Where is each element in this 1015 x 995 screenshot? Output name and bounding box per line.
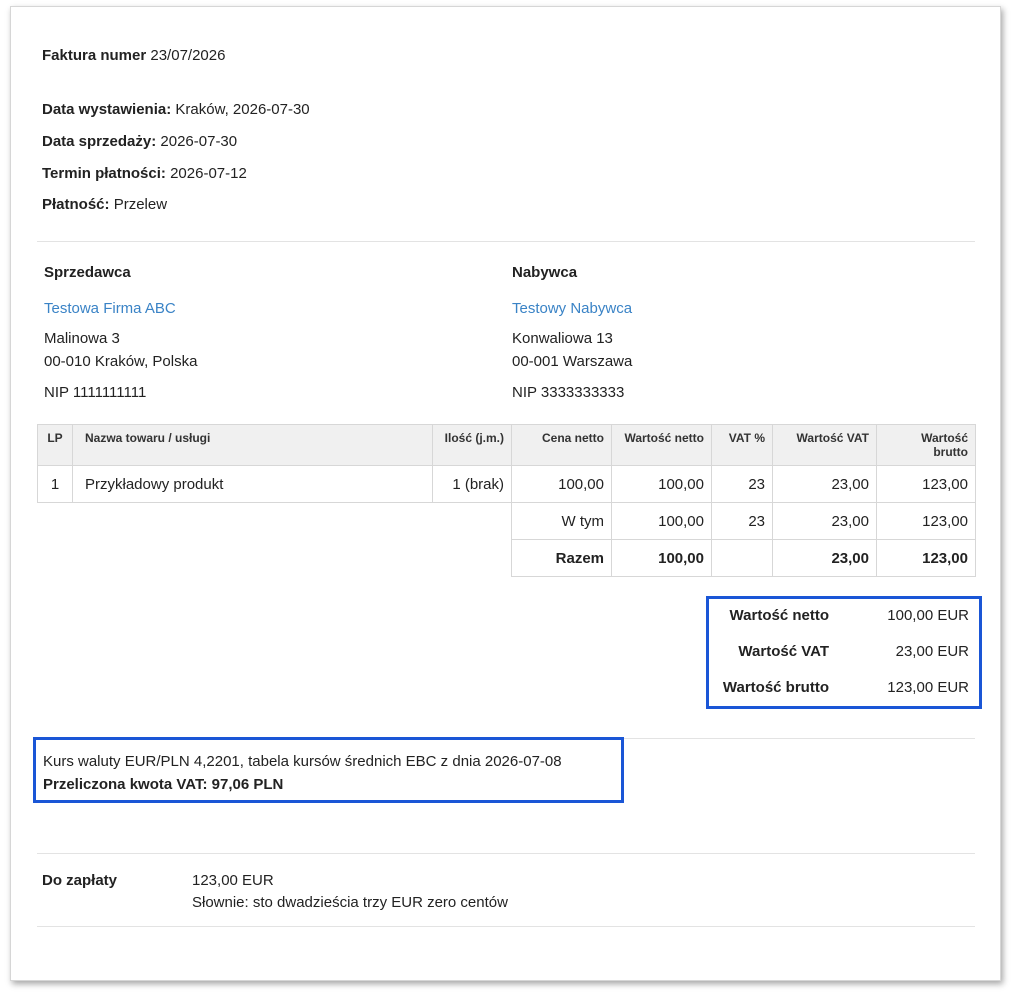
total-row: Razem 100,00 23,00 123,00 bbox=[38, 539, 976, 577]
col-header-vat-rate: VAT % bbox=[711, 424, 773, 466]
payment-method-label: Płatność: bbox=[42, 196, 110, 213]
divider bbox=[37, 926, 975, 927]
items-table: LP Nazwa towaru / usługi Ilość (j.m.) Ce… bbox=[37, 424, 976, 577]
summary-vat-row: Wartość VAT 23,00 EUR bbox=[709, 634, 979, 670]
invoice-number-label: Faktura numer bbox=[42, 47, 147, 64]
col-header-qty: Ilość (j.m.) bbox=[432, 424, 512, 466]
invoice-number-value: 23/07/2026 bbox=[150, 47, 226, 64]
payment-due-label: Do zapłaty bbox=[42, 872, 118, 889]
cell-qty: 1 (brak) bbox=[432, 465, 512, 503]
divider bbox=[37, 241, 975, 242]
due-date-label: Termin płatności: bbox=[42, 165, 166, 182]
summary-gross-value: 123,00 EUR bbox=[887, 679, 969, 696]
seller-address-line1: Malinowa 3 bbox=[44, 330, 120, 347]
invoice-number: Faktura numer 23/07/2026 bbox=[42, 47, 225, 65]
seller-address-line2: 00-010 Kraków, Polska bbox=[44, 353, 198, 370]
seller-title: Sprzedawca bbox=[44, 264, 131, 281]
col-header-name: Nazwa towaru / usługi bbox=[72, 424, 433, 466]
payment-due-words: Słownie: sto dwadzieścia trzy EUR zero c… bbox=[192, 894, 508, 911]
summary-gross-row: Wartość brutto 123,00 EUR bbox=[709, 670, 979, 706]
payment-method: Płatność: Przelew bbox=[42, 196, 167, 214]
seller-nip: NIP 1111111111 bbox=[44, 384, 147, 401]
col-header-net-price: Cena netto bbox=[511, 424, 612, 466]
summary-net-label: Wartość netto bbox=[729, 607, 829, 624]
subtotal-row: W tym 100,00 23 23,00 123,00 bbox=[38, 502, 976, 540]
table-header-row: LP Nazwa towaru / usługi Ilość (j.m.) Ce… bbox=[37, 424, 976, 466]
subtotal-vat-rate: 23 bbox=[711, 502, 773, 540]
summary-net-row: Wartość netto 100,00 EUR bbox=[709, 598, 979, 634]
summary-net-value: 100,00 EUR bbox=[887, 607, 969, 624]
payment-due-amount: 123,00 EUR bbox=[192, 872, 274, 889]
total-vat-rate bbox=[711, 539, 773, 577]
sale-date-value: 2026-07-30 bbox=[160, 133, 238, 150]
col-header-net-value: Wartość netto bbox=[611, 424, 712, 466]
buyer-address-line2: 00-001 Warszawa bbox=[512, 353, 633, 370]
subtotal-gross-value: 123,00 bbox=[876, 502, 976, 540]
buyer-title: Nabywca bbox=[512, 264, 578, 281]
cell-vat-value: 23,00 bbox=[772, 465, 877, 503]
table-row: 1 Przykładowy produkt 1 (brak) 100,00 10… bbox=[37, 465, 976, 503]
cell-vat-rate: 23 bbox=[711, 465, 773, 503]
exchange-rate-text: Kurs waluty EUR/PLN 4,2201, tabela kursó… bbox=[43, 753, 562, 770]
sale-date-label: Data sprzedaży: bbox=[42, 133, 157, 150]
issue-date-label: Data wystawienia: bbox=[42, 101, 172, 118]
col-header-lp: LP bbox=[37, 424, 73, 466]
summary-vat-value: 23,00 EUR bbox=[895, 643, 969, 660]
cell-gross-value: 123,00 bbox=[876, 465, 976, 503]
due-date: Termin płatności: 2026-07-12 bbox=[42, 165, 247, 183]
cell-net-value: 100,00 bbox=[611, 465, 712, 503]
invoice-page: Faktura numer 23/07/2026 Data wystawieni… bbox=[10, 6, 1001, 981]
payment-method-value: Przelew bbox=[113, 196, 168, 213]
col-header-gross-value: Wartość brutto bbox=[876, 424, 976, 466]
buyer-address-line1: Konwaliowa 13 bbox=[512, 330, 613, 347]
seller-name-link[interactable]: Testowa Firma ABC bbox=[44, 300, 176, 318]
cell-net-price: 100,00 bbox=[511, 465, 612, 503]
exchange-rate-box: Kurs waluty EUR/PLN 4,2201, tabela kursó… bbox=[33, 737, 624, 803]
product-name-link[interactable]: Przykładowy produkt bbox=[72, 465, 433, 503]
subtotal-label: W tym bbox=[511, 502, 612, 540]
total-gross-value: 123,00 bbox=[876, 539, 976, 577]
buyer-name-link[interactable]: Testowy Nabywca bbox=[512, 300, 632, 318]
total-label: Razem bbox=[511, 539, 612, 577]
col-header-vat-value: Wartość VAT bbox=[772, 424, 877, 466]
summary-gross-label: Wartość brutto bbox=[722, 679, 829, 696]
cell-lp: 1 bbox=[37, 465, 73, 503]
subtotal-vat-value: 23,00 bbox=[772, 502, 877, 540]
subtotal-net-value: 100,00 bbox=[611, 502, 712, 540]
total-net-value: 100,00 bbox=[611, 539, 712, 577]
buyer-nip: NIP 3333333333 bbox=[512, 384, 625, 401]
divider bbox=[37, 853, 975, 854]
due-date-value: 2026-07-12 bbox=[170, 165, 247, 182]
total-vat-value: 23,00 bbox=[772, 539, 877, 577]
summary-box: Wartość netto 100,00 EUR Wartość VAT 23,… bbox=[706, 596, 982, 709]
issue-date: Data wystawienia: Kraków, 2026-07-30 bbox=[42, 101, 310, 119]
issue-date-value: Kraków, 2026-07-30 bbox=[175, 101, 310, 118]
summary-vat-label: Wartość VAT bbox=[738, 643, 829, 660]
sale-date: Data sprzedaży: 2026-07-30 bbox=[42, 133, 237, 151]
converted-vat-text: Przeliczona kwota VAT: 97,06 PLN bbox=[43, 776, 284, 793]
